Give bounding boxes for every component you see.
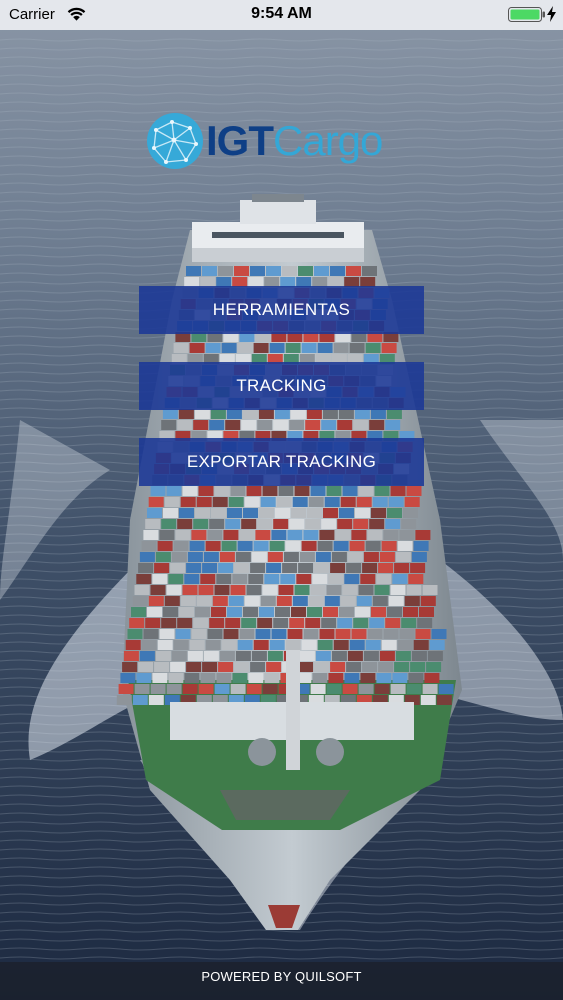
- status-bar: Carrier 9:54 AM: [0, 0, 563, 30]
- herramientas-button[interactable]: HERRAMIENTAS: [139, 286, 424, 334]
- powered-by-footer: POWERED BY QUILSOFT: [0, 962, 563, 1000]
- logo-cargo-text: Cargo: [273, 117, 383, 164]
- tracking-button[interactable]: TRACKING: [139, 362, 424, 410]
- charging-bolt-icon: [547, 6, 556, 22]
- exportar-tracking-button[interactable]: EXPORTAR TRACKING: [139, 438, 424, 486]
- igt-cargo-logo: IGTCargo: [146, 110, 421, 172]
- status-time: 9:54 AM: [251, 5, 312, 22]
- battery-full-icon: [508, 7, 545, 22]
- logo-igt-text: IGT: [206, 117, 274, 164]
- globe-network-icon: [147, 113, 203, 169]
- logo-wordmark: IGTCargo: [206, 117, 383, 165]
